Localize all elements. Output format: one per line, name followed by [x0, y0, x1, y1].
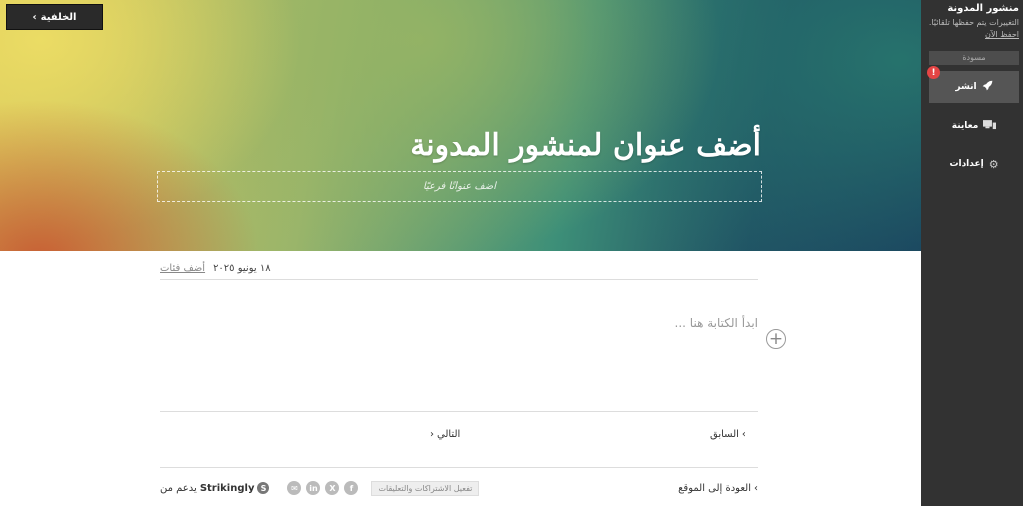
divider: [160, 467, 758, 468]
preview-button[interactable]: معاينة: [929, 116, 1019, 136]
email-icon[interactable]: ✉: [287, 481, 302, 495]
settings-button[interactable]: ⚙ إعدادات: [929, 154, 1019, 174]
brand-name: Strikingly: [199, 482, 255, 494]
chevron-left-icon: ‹: [430, 429, 434, 440]
post-header-image[interactable]: الخلفية › أضف عنوان لمنشور المدونة: [0, 0, 921, 251]
back-to-site-label: العودة إلى الموقع: [678, 482, 751, 494]
strikingly-logo-icon: S: [257, 482, 270, 494]
next-post-link[interactable]: التالي ‹: [430, 429, 460, 440]
subtitle-input[interactable]: [158, 171, 761, 202]
post-title[interactable]: أضف عنوان لمنشور المدونة: [157, 128, 761, 163]
linkedin-icon[interactable]: in: [306, 481, 321, 495]
back-button-label: الخلفية: [40, 11, 77, 23]
facebook-icon[interactable]: f: [344, 481, 359, 495]
editor-sidebar: منشور المدونة التغييرات يتم حفظها تلقائي…: [921, 0, 1023, 506]
back-to-site-link[interactable]: › العودة إلى الموقع: [678, 483, 758, 494]
autosave-status: التغييرات يتم حفظها تلقائيًا.: [928, 18, 1019, 27]
previous-post-link[interactable]: › السابق: [710, 429, 746, 440]
plus-icon: +: [768, 328, 784, 349]
sidebar-title: منشور المدونة: [947, 3, 1019, 14]
alert-badge: !: [927, 66, 940, 79]
preview-label: معاينة: [951, 121, 979, 131]
powered-by[interactable]: يدعم من Strikingly S: [160, 482, 270, 494]
next-label: التالي: [437, 429, 461, 440]
back-button[interactable]: الخلفية ›: [6, 4, 103, 30]
devices-icon: [983, 119, 997, 133]
draft-badge: مسودة: [929, 51, 1019, 65]
post-meta: ١٨ يونيو ٢٠٢٥ أضف فئات: [160, 258, 758, 280]
chevron-left-icon: ›: [32, 11, 37, 23]
publish-label: انشر: [955, 82, 977, 92]
rocket-icon: [982, 80, 993, 94]
settings-label: إعدادات: [949, 159, 984, 169]
save-now-link[interactable]: احفظ الآن: [985, 30, 1019, 39]
previous-label: السابق: [710, 429, 739, 440]
powered-prefix: يدعم من: [160, 482, 197, 494]
share-icons: ✉ in X f: [287, 481, 359, 495]
add-block-button[interactable]: +: [766, 329, 786, 349]
chevron-right-icon: ›: [754, 482, 758, 494]
chevron-right-icon: ›: [741, 429, 746, 440]
add-category-link[interactable]: أضف فئات: [160, 263, 205, 274]
enable-subscriptions-button[interactable]: تفعيل الاشتراكات والتعليقات: [371, 480, 480, 496]
post-body-editor[interactable]: ابدأ الكتابة هنا ...: [160, 316, 758, 330]
divider: [160, 411, 758, 412]
post-footer: يدعم من Strikingly S ✉ in X f تفعيل الاش…: [160, 479, 758, 497]
x-icon[interactable]: X: [325, 481, 340, 495]
post-date[interactable]: ١٨ يونيو ٢٠٢٥: [213, 263, 271, 274]
gear-icon: ⚙: [988, 157, 999, 171]
publish-button[interactable]: انشر: [929, 71, 1019, 103]
subtitle-field[interactable]: [157, 171, 762, 202]
